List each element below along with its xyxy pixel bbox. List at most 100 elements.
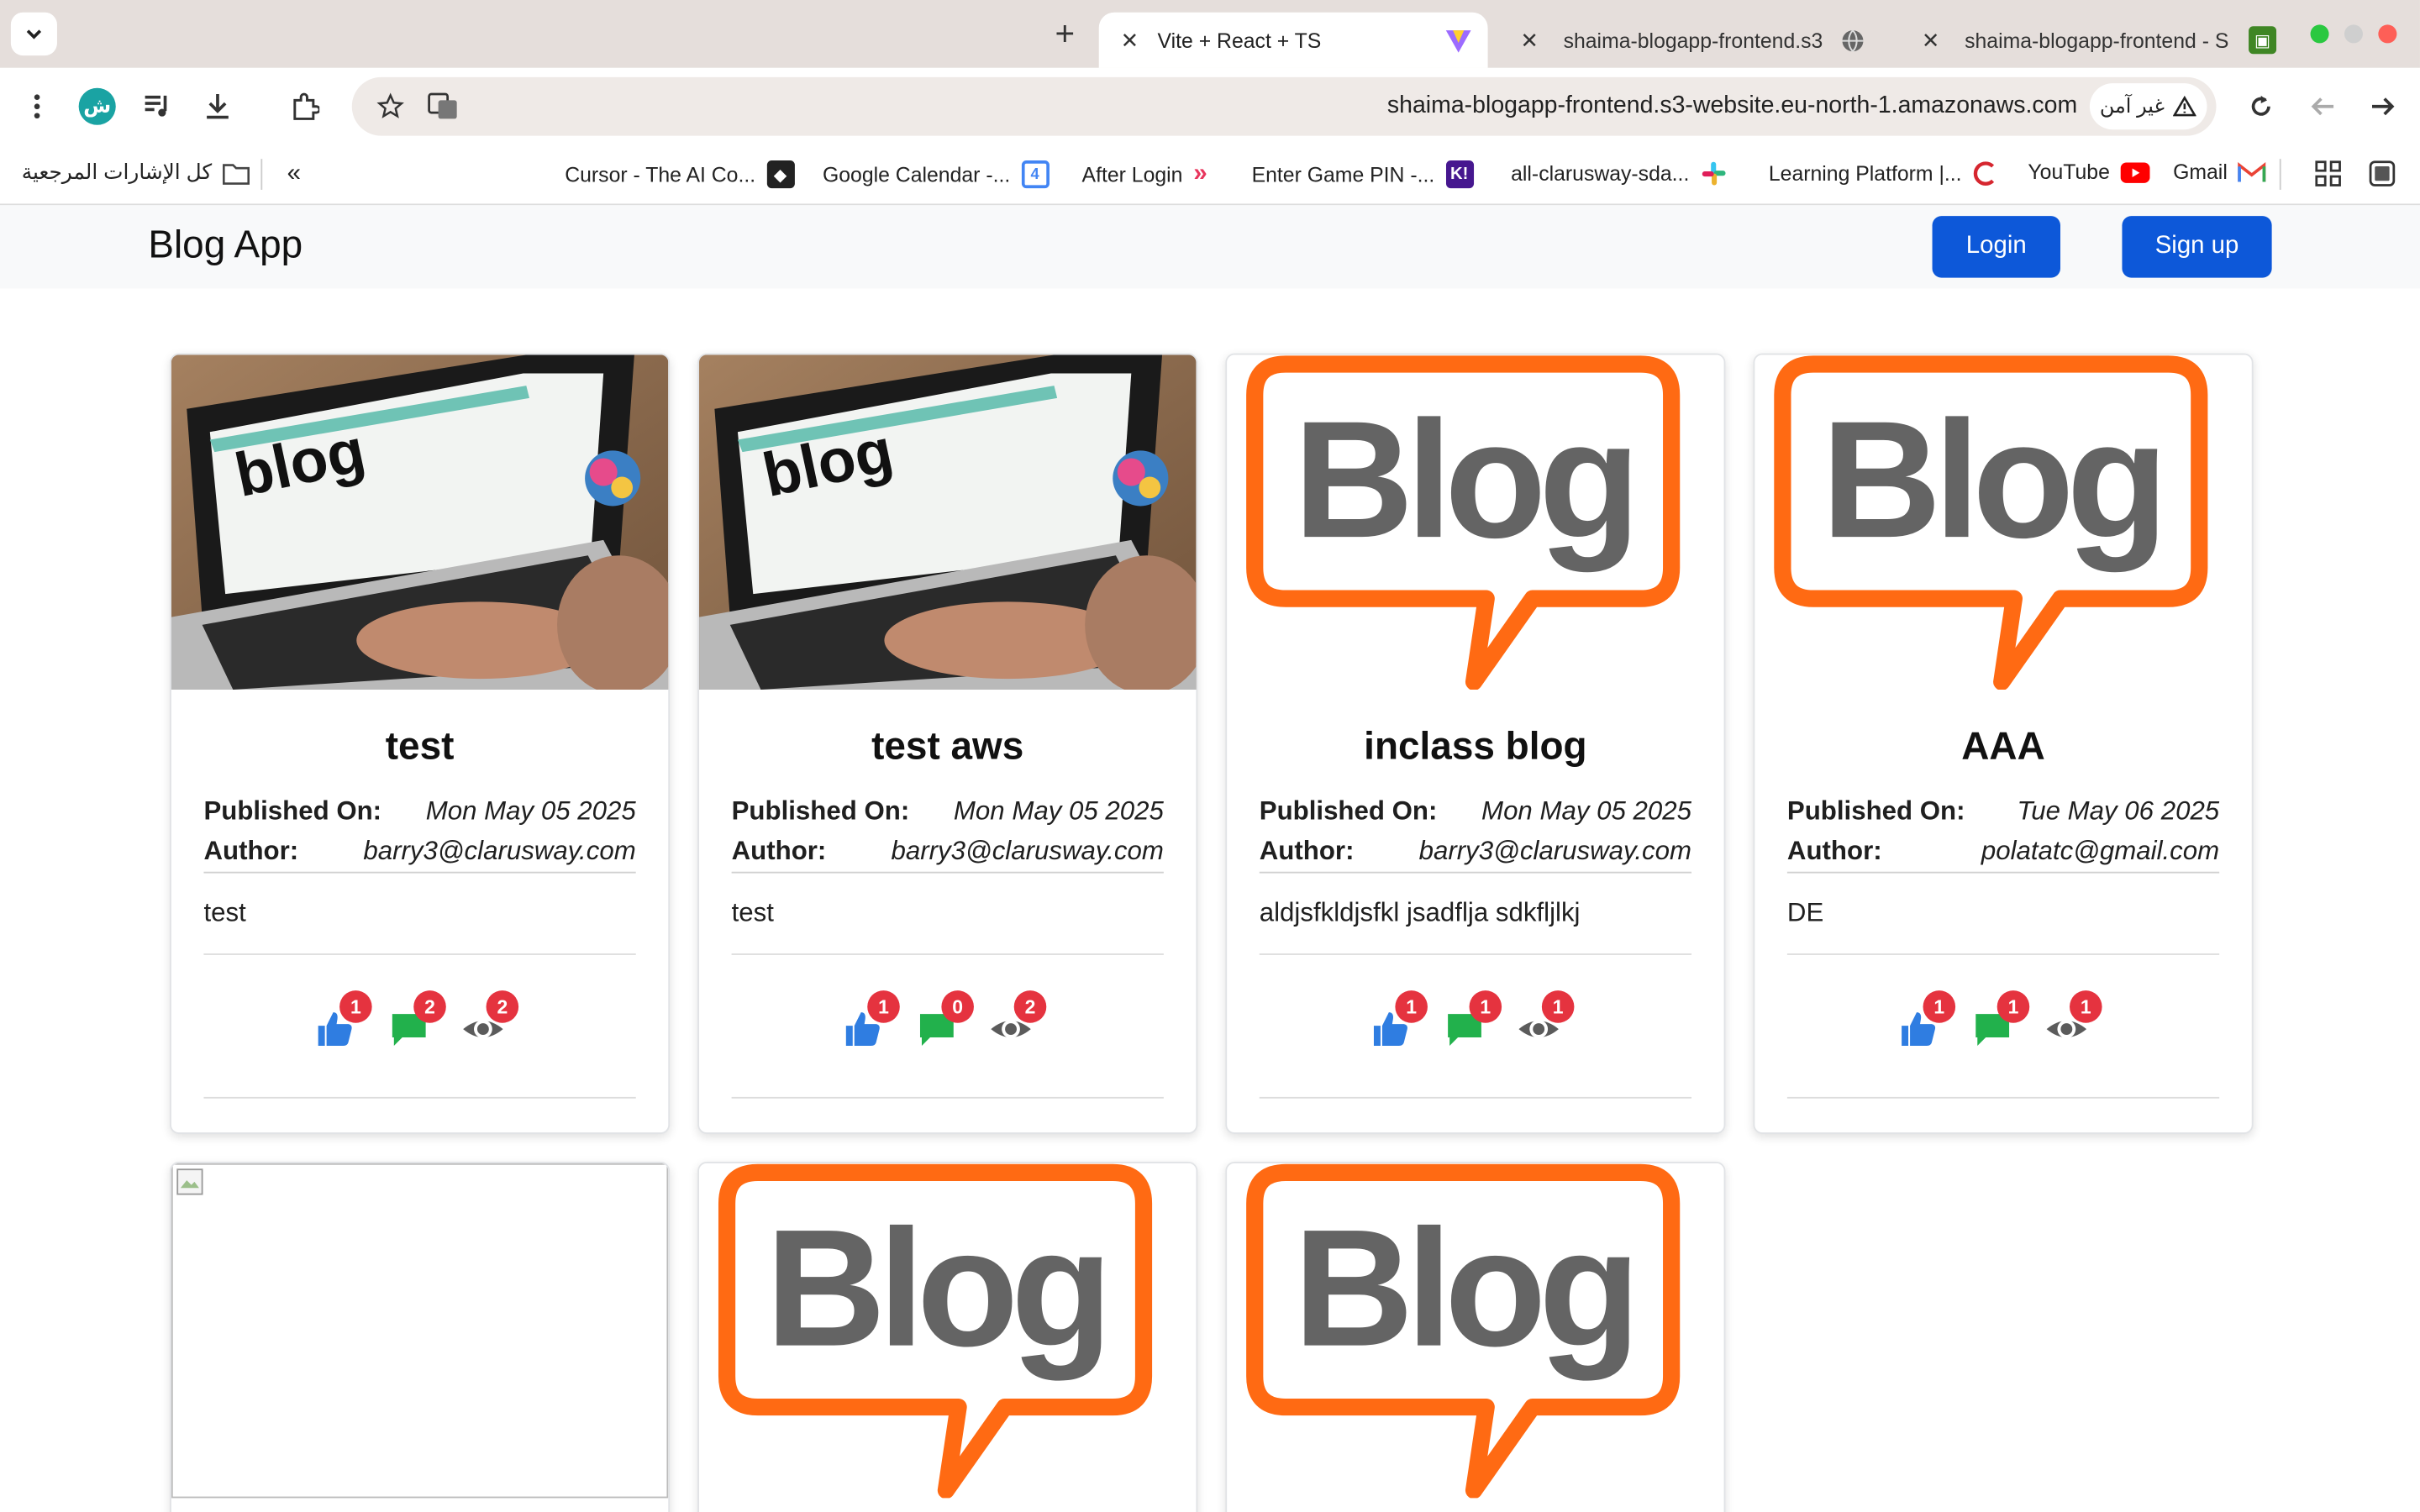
- blog-card[interactable]: Blog AAA Published On: Tue May 06 2025 A…: [1753, 353, 2254, 1134]
- like-icon[interactable]: 1: [1370, 990, 1428, 1055]
- youtube-icon: [2120, 161, 2150, 183]
- menu-kebab-icon[interactable]: [17, 87, 57, 127]
- close-window-button[interactable]: [2378, 24, 2397, 44]
- media-playlist-icon[interactable]: [137, 87, 177, 127]
- bookmark-label: YouTube: [2028, 160, 2110, 184]
- maximize-window-button[interactable]: [2310, 24, 2329, 44]
- tab-s3-website[interactable]: ✕ shaima-blogapp-frontend.s3: [1505, 13, 1876, 68]
- bookmark-after-login[interactable]: After Login »: [1082, 160, 1207, 188]
- blog-card-image[interactable]: Blog: [699, 1163, 1197, 1499]
- gmail-icon: [2238, 161, 2266, 181]
- card-title[interactable]: AAA: [1754, 725, 2251, 769]
- close-icon[interactable]: ✕: [1114, 27, 1145, 53]
- published-label: Published On:: [1259, 795, 1438, 826]
- blog-card-image[interactable]: blog: [699, 354, 1197, 690]
- blog-card-image[interactable]: Blog: [1227, 354, 1724, 690]
- view-count-badge: 1: [1541, 990, 1575, 1023]
- blog-card[interactable]: Blog inclass blog Published On: Mon May …: [1225, 353, 1726, 1134]
- comment-icon[interactable]: 1: [1972, 990, 2030, 1055]
- apps-grid-icon[interactable]: [2315, 160, 2341, 186]
- blog-card-image[interactable]: Blog: [1754, 354, 2252, 690]
- browser-toolbar: ش shaima-blogapp-frontend.s3-website.eu-…: [0, 67, 2420, 144]
- view-count-badge: 2: [486, 990, 519, 1023]
- tab-search-button[interactable]: [10, 12, 57, 56]
- author-label: Author:: [1786, 836, 1882, 866]
- logo-text: Blog: [1821, 386, 2160, 573]
- download-icon[interactable]: [197, 87, 238, 127]
- after-login-icon: »: [1193, 160, 1207, 187]
- author-email: barry3@clarusway.com: [1418, 836, 1692, 866]
- forward-arrow-icon[interactable]: [2363, 87, 2403, 127]
- blog-card-image[interactable]: blog: [171, 354, 669, 690]
- tab-groups-icon[interactable]: [2369, 160, 2396, 186]
- close-icon[interactable]: ✕: [1514, 27, 1545, 53]
- card-stats: 1 1 1: [1259, 957, 1692, 1099]
- like-icon[interactable]: 1: [1898, 990, 1956, 1055]
- bookmark-star-icon[interactable]: [371, 87, 411, 127]
- back-arrow-icon[interactable]: [2302, 87, 2343, 127]
- like-icon[interactable]: 1: [315, 990, 372, 1055]
- author-email: barry3@clarusway.com: [891, 836, 1164, 866]
- comment-icon[interactable]: 2: [389, 990, 446, 1055]
- card-title[interactable]: test: [171, 725, 668, 769]
- blog-card[interactable]: blog test Published On: Mon May 05 2025 …: [170, 353, 671, 1134]
- blog-card[interactable]: [170, 1162, 671, 1512]
- app-brand[interactable]: Blog App: [148, 223, 302, 268]
- profile-avatar[interactable]: ش: [77, 87, 118, 127]
- card-stats: 1 1 1: [1786, 957, 2220, 1099]
- bookmark-label: After Login: [1081, 162, 1183, 186]
- bookmark-youtube[interactable]: YouTube: [2028, 160, 2150, 184]
- bookmark-slack[interactable]: all-clarusway-sda...: [1511, 160, 1726, 186]
- blog-card[interactable]: blog test aws Published On: Mon May 05 2…: [697, 353, 1198, 1134]
- comment-count-badge: 2: [413, 990, 446, 1023]
- tab-s3-console[interactable]: ✕ shaima-blogapp-frontend - S ▣: [1906, 13, 2277, 68]
- tab-title: shaima-blogapp-frontend.s3: [1563, 28, 1823, 52]
- bookmark-gmail[interactable]: Gmail: [2173, 160, 2266, 184]
- cursor-icon: ◆: [766, 160, 795, 189]
- blog-card[interactable]: Blog: [697, 1162, 1198, 1512]
- logo-text: Blog: [1293, 1195, 1633, 1382]
- folder-icon: [223, 163, 250, 184]
- all-bookmarks-folder[interactable]: كل الإشارات المرجعية: [22, 160, 250, 185]
- bookmarks-bar: كل الإشارات المرجعية « Cursor - The AI C…: [0, 143, 2420, 206]
- login-button[interactable]: Login: [1932, 216, 2060, 278]
- overflow-chevron-icon[interactable]: «: [287, 160, 301, 188]
- tab-vite-react[interactable]: ✕ Vite + React + TS: [1098, 12, 1488, 68]
- card-author: Author: barry3@clarusway.com: [1259, 836, 1692, 874]
- card-published: Published On: Tue May 06 2025: [1787, 796, 2219, 827]
- like-icon[interactable]: 1: [843, 990, 900, 1055]
- comment-icon[interactable]: 1: [1444, 990, 1502, 1055]
- view-icon: 2: [461, 990, 519, 1055]
- bookmark-label: Cursor - The AI Co...: [565, 162, 756, 186]
- learning-icon: [1973, 161, 1995, 186]
- bookmark-kahoot[interactable]: Enter Game PIN -... K!: [1252, 160, 1474, 189]
- extensions-icon[interactable]: [286, 87, 326, 127]
- bookmark-google-calendar[interactable]: Google Calendar -... 4: [823, 160, 1050, 189]
- bookmark-learning-platform[interactable]: Learning Platform |...: [1769, 160, 1999, 186]
- comment-icon[interactable]: 0: [917, 990, 974, 1055]
- signup-button[interactable]: Sign up: [2122, 216, 2272, 278]
- new-tab-button[interactable]: +: [1044, 14, 1086, 55]
- s3-bucket-icon: ▣: [2249, 26, 2277, 55]
- published-label: Published On:: [731, 795, 910, 826]
- bookmark-label: Gmail: [2173, 160, 2228, 184]
- view-icon: 1: [2045, 990, 2102, 1055]
- published-date: Mon May 05 2025: [1481, 795, 1692, 826]
- address-bar[interactable]: shaima-blogapp-frontend.s3-website.eu-no…: [351, 76, 2217, 136]
- close-icon[interactable]: ✕: [1915, 27, 1946, 53]
- translate-icon[interactable]: [423, 87, 463, 127]
- bookmark-cursor[interactable]: Cursor - The AI Co... ◆: [565, 160, 795, 189]
- calendar-icon: 4: [1021, 160, 1050, 189]
- card-title[interactable]: test aws: [699, 725, 1196, 769]
- app-navbar: Blog App Login Sign up: [0, 205, 2420, 289]
- globe-icon: [1842, 29, 1864, 51]
- blog-card[interactable]: Blog: [1225, 1162, 1726, 1512]
- minimize-window-button[interactable]: [2344, 24, 2363, 44]
- like-count-badge: 1: [1923, 990, 1956, 1023]
- blog-card-image[interactable]: Blog: [1227, 1163, 1724, 1499]
- reload-icon[interactable]: [2241, 87, 2281, 127]
- bookmark-label: Learning Platform |...: [1768, 161, 1962, 186]
- card-title[interactable]: inclass blog: [1227, 725, 1723, 769]
- security-indicator[interactable]: غير آمن: [2089, 83, 2207, 130]
- logo-text: Blog: [765, 1195, 1105, 1382]
